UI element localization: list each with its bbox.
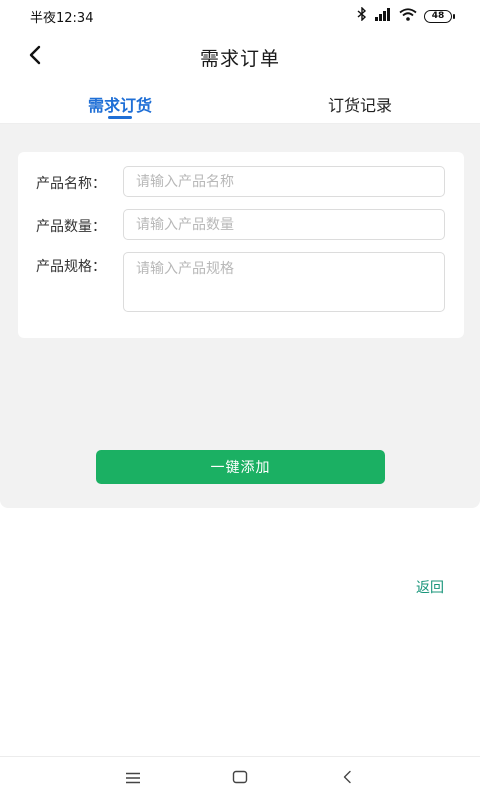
tab-label: 需求订货 [87,96,152,115]
back-button[interactable] [20,42,50,72]
signal-icon [374,7,392,25]
header: 需求订单 [0,36,480,78]
home-icon [232,769,248,788]
chevron-left-icon [28,45,42,69]
tab-label: 订货记录 [327,96,392,115]
product-name-label: 产品名称： [36,176,106,192]
system-nav-bar [0,756,480,800]
tab-bar: 需求订货 订货记录 [0,82,480,124]
back-icon [342,769,352,788]
status-time: 半夜12:34 [30,10,94,26]
status-bar: 半夜12:34 48 [0,0,480,32]
content-area: 产品名称： 产品数量： 产品规格： 一键添加 [0,124,480,508]
nav-back-button[interactable] [327,759,367,799]
nav-menu-button[interactable] [113,759,153,799]
product-quantity-label: 产品数量： [36,219,106,235]
status-icons: 48 [357,6,455,25]
return-link[interactable]: 返回 [416,577,444,597]
order-form-card: 产品名称： 产品数量： 产品规格： [18,152,464,338]
product-quantity-input[interactable] [123,209,445,240]
product-name-input[interactable] [123,166,445,197]
tab-active-indicator [108,116,132,119]
product-spec-textarea[interactable] [123,252,445,312]
menu-icon [125,769,141,788]
tab-order-history[interactable]: 订货记录 [240,82,480,123]
nav-home-button[interactable] [220,759,260,799]
product-spec-label: 产品规格： [36,259,106,275]
one-click-add-button[interactable]: 一键添加 [96,450,385,484]
page-title: 需求订单 [199,47,280,70]
battery-icon: 48 [424,9,455,23]
tab-demand-order[interactable]: 需求订货 [0,82,240,123]
wifi-icon [399,7,417,25]
bluetooth-icon [357,6,367,25]
screen: 半夜12:34 48 需求订单 需求订货 订货记录 产品名称： 请输入产品名称 … [0,0,480,800]
